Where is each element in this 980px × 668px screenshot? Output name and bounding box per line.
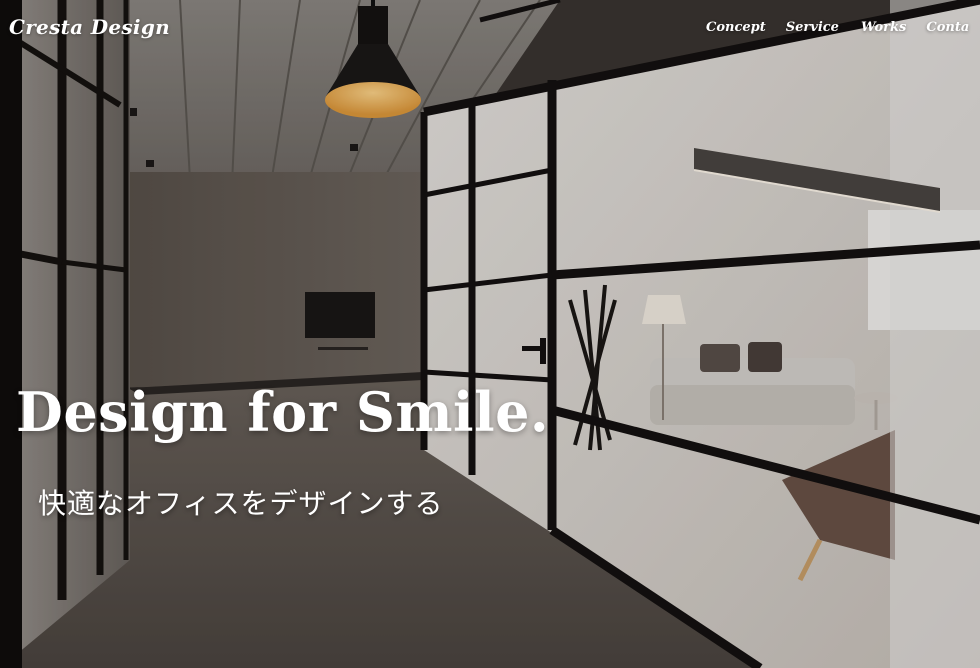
nav-item-contact[interactable]: Conta [926,20,969,35]
hero-subheadline: 快適なオフィスをデザインする [38,487,444,520]
hero-headline: Design for Smile. [16,380,550,444]
nav-item-concept[interactable]: Concept [706,20,766,35]
nav-item-works[interactable]: Works [861,20,906,35]
main-nav: Concept Service Works Conta [706,20,969,35]
hero-background-image [0,0,980,668]
brand-logo[interactable]: Cresta Design [9,15,170,39]
nav-item-service[interactable]: Service [786,20,839,35]
hero-section: Cresta Design Concept Service Works Cont… [0,0,980,668]
site-header: Cresta Design Concept Service Works Cont… [0,0,980,60]
